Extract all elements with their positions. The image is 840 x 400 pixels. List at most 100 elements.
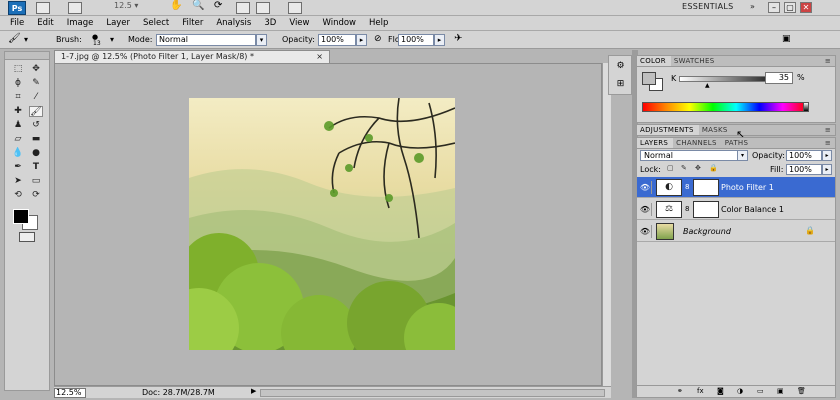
menu-help[interactable]: Help	[369, 18, 388, 28]
move-icon[interactable]: ✥	[29, 64, 43, 75]
panel-toggle-icon[interactable]: ▣	[782, 34, 791, 44]
workspace-switcher[interactable]: ESSENTIALS	[682, 2, 734, 11]
menu-filter[interactable]: Filter	[182, 18, 203, 28]
color-foreground-swatch[interactable]	[642, 72, 656, 85]
mode-dropdown-icon[interactable]: ▾	[256, 34, 267, 46]
opacity-field[interactable]: 100%	[318, 34, 356, 46]
chain-icon[interactable]: 8	[685, 205, 689, 213]
marquee-icon[interactable]: ⬚	[11, 64, 25, 75]
chain-icon[interactable]: 8	[685, 183, 689, 191]
menu-edit[interactable]: Edit	[37, 18, 53, 28]
crop-icon[interactable]: ⌗	[11, 92, 25, 103]
k-slider-thumb-icon[interactable]: ▲	[705, 82, 710, 89]
arrange-documents-icon[interactable]	[256, 2, 270, 14]
link-layers-icon[interactable]: ⚭	[677, 387, 683, 395]
layer-mask-thumbnail[interactable]	[693, 201, 719, 218]
horizontal-scrollbar[interactable]	[260, 389, 605, 397]
add-mask-icon[interactable]: ◙	[717, 387, 724, 395]
new-group-icon[interactable]: ▭	[757, 387, 764, 395]
rotate-view-icon[interactable]: ⟳	[214, 0, 228, 12]
menu-analysis[interactable]: Analysis	[216, 18, 251, 28]
workspace-chevron-icon[interactable]: »	[750, 2, 755, 11]
shape-icon[interactable]: ▭	[29, 176, 43, 187]
flow-slider-icon[interactable]: ▸	[434, 34, 445, 46]
zoom-dropdown[interactable]: 12.5 ▾	[114, 1, 138, 10]
document-tab[interactable]: 1-7.jpg @ 12.5% (Photo Filter 1, Layer M…	[54, 50, 330, 63]
eyedropper-icon[interactable]: ⁄	[29, 92, 43, 103]
airbrush-icon[interactable]: ✈	[454, 33, 462, 44]
history-brush-icon[interactable]: ↺	[29, 120, 43, 131]
layer-mask-thumbnail[interactable]	[693, 179, 719, 196]
healing-icon[interactable]: ✚	[11, 106, 25, 117]
pen-icon[interactable]: ✒	[11, 162, 25, 173]
color-balance-adjustment-icon[interactable]: ⚖	[656, 201, 682, 218]
eye-icon[interactable]: 👁	[639, 225, 652, 238]
bridge-icon[interactable]	[36, 2, 50, 14]
layer-opacity-slider-icon[interactable]: ▸	[822, 150, 832, 161]
k-value-field[interactable]: 35	[765, 72, 793, 84]
color-panel-menu-icon[interactable]: ≡	[821, 56, 835, 66]
blend-mode-dropdown-icon[interactable]: ▾	[737, 151, 747, 160]
tab-color[interactable]: COLOR	[637, 56, 671, 66]
dodge-icon[interactable]: ●	[29, 148, 43, 159]
lock-position-icon[interactable]: ✥	[695, 164, 703, 173]
background-thumbnail[interactable]	[656, 223, 674, 240]
menu-3d[interactable]: 3D	[264, 18, 276, 28]
menu-view[interactable]: View	[289, 18, 309, 28]
tools-panel-grip[interactable]	[5, 52, 49, 60]
3d-rotate-icon[interactable]: ⟲	[11, 190, 25, 201]
pressure-opacity-icon[interactable]: ⊘	[374, 34, 382, 44]
close-button[interactable]: ✕	[800, 2, 812, 13]
hand-tool-icon[interactable]: ✋	[170, 0, 184, 12]
maximize-button[interactable]: ▢	[784, 2, 796, 13]
grid-icon[interactable]	[236, 2, 250, 14]
gradient-icon[interactable]: ▬	[29, 134, 43, 145]
menu-window[interactable]: Window	[322, 18, 356, 28]
menu-image[interactable]: Image	[67, 18, 94, 28]
blur-icon[interactable]: 💧	[11, 148, 25, 159]
fill-slider-icon[interactable]: ▸	[822, 164, 832, 175]
lasso-icon[interactable]: ϕ	[11, 78, 25, 89]
layer-name[interactable]: Photo Filter 1	[721, 183, 774, 192]
zoom-tool-icon[interactable]: 🔍	[192, 0, 206, 12]
layers-panel-menu-icon[interactable]: ≡	[821, 138, 835, 148]
lock-transparency-icon[interactable]: ▢	[667, 164, 675, 173]
layer-opacity-field[interactable]: 100%	[786, 150, 822, 161]
layer-row-color-balance[interactable]: 👁 ⚖ 8 Color Balance 1	[637, 199, 835, 220]
opacity-slider-icon[interactable]: ▸	[356, 34, 367, 46]
blend-mode-select[interactable]: Normal ▾	[640, 150, 748, 161]
eraser-icon[interactable]: ▱	[11, 134, 25, 145]
mode-select[interactable]: Normal	[156, 34, 256, 46]
view-extras-icon[interactable]	[68, 2, 82, 14]
flow-field[interactable]: 100%	[398, 34, 434, 46]
color-spectrum-bar[interactable]	[642, 102, 807, 112]
tab-paths[interactable]: PATHS	[722, 138, 754, 148]
brush-preset-icon[interactable]: 🖌	[8, 33, 21, 44]
new-layer-icon[interactable]: ▣	[777, 387, 784, 395]
adjustments-panel-menu-icon[interactable]: ≡	[821, 125, 835, 135]
tab-channels[interactable]: CHANNELS	[673, 138, 722, 148]
fill-field[interactable]: 100%	[786, 164, 822, 175]
layer-row-photo-filter[interactable]: 👁 ◐ 8 Photo Filter 1	[637, 177, 835, 198]
tab-layers[interactable]: LAYERS	[637, 138, 674, 148]
lock-pixels-icon[interactable]: ✎	[681, 164, 689, 173]
tab-adjustments[interactable]: ADJUSTMENTS	[637, 125, 699, 135]
tab-masks[interactable]: MASKS	[699, 125, 733, 135]
foreground-color-swatch[interactable]	[13, 209, 29, 224]
status-menu-icon[interactable]: ▶	[251, 387, 256, 395]
eye-icon[interactable]: 👁	[639, 181, 652, 194]
type-icon[interactable]: T	[29, 162, 43, 173]
document-image[interactable]	[189, 98, 455, 350]
menu-select[interactable]: Select	[143, 18, 169, 28]
menu-layer[interactable]: Layer	[106, 18, 130, 28]
layer-name[interactable]: Color Balance 1	[721, 205, 784, 214]
quick-mask-button[interactable]	[19, 232, 35, 242]
photo-filter-adjustment-icon[interactable]: ◐	[656, 179, 682, 196]
menu-file[interactable]: File	[10, 18, 24, 28]
brush-icon[interactable]: 🖌	[29, 106, 43, 117]
path-select-icon[interactable]: ➤	[11, 176, 25, 187]
delete-layer-icon[interactable]: 🗑	[797, 387, 806, 395]
close-document-icon[interactable]: ×	[316, 51, 323, 63]
layer-style-icon[interactable]: fx	[697, 387, 704, 395]
vertical-scrollbar[interactable]	[602, 63, 611, 386]
